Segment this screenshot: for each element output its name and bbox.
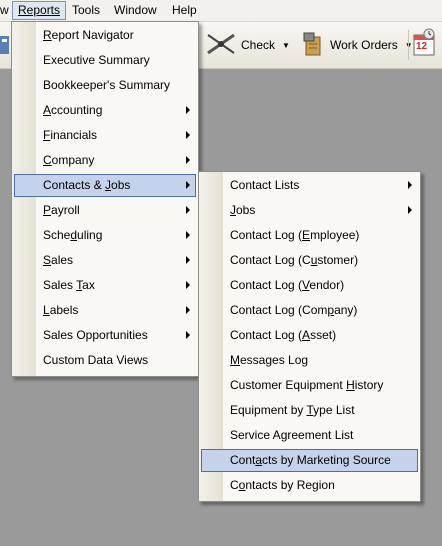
menu-item-messages-log[interactable]: Messages Log <box>201 349 418 372</box>
menu-item-label: Contact Log (Asset) <box>230 328 337 342</box>
menu-item-label: Report Navigator <box>43 28 134 42</box>
toolbar-separator <box>408 30 409 60</box>
submenu-arrow-icon <box>186 156 190 164</box>
menu-item-label: Accounting <box>43 103 103 117</box>
menu-item-labels[interactable]: Labels <box>14 299 196 322</box>
menu-view-cut[interactable]: w <box>0 3 9 18</box>
menu-item-contact-lists[interactable]: Contact Lists <box>201 174 418 197</box>
menu-item-label: Contact Log (Customer) <box>230 253 359 267</box>
submenu-arrow-icon <box>186 231 190 239</box>
menu-item-label: Jobs <box>230 203 256 217</box>
menu-item-service-agreement-list[interactable]: Service Agreement List <box>201 424 418 447</box>
menu-item-label: Company <box>43 153 95 167</box>
menu-item-contacts-by-region[interactable]: Contacts by Region <box>201 474 418 497</box>
check-button[interactable]: Check ▼ <box>205 32 290 58</box>
calendar-button[interactable]: 12 <box>413 28 437 58</box>
menu-item-label: Payroll <box>43 203 80 217</box>
toolbar-left-icon[interactable] <box>0 34 9 56</box>
submenu-arrow-icon <box>186 131 190 139</box>
menu-item-label: Scheduling <box>43 228 103 242</box>
menu-item-label: Custom Data Views <box>43 353 149 367</box>
menu-item-label: Contact Log (Employee) <box>230 228 360 242</box>
submenu-arrow-icon <box>186 306 190 314</box>
calendar-day-badge: 12 <box>416 41 428 52</box>
work-orders-button[interactable]: Work Orders ▼ <box>302 32 413 58</box>
menu-item-label: Labels <box>43 303 79 317</box>
menu-item-label: Sales Opportunities <box>43 328 148 342</box>
check-pen-icon <box>205 32 237 59</box>
work-orders-icon <box>302 31 326 60</box>
check-label: Check <box>241 38 276 52</box>
work-orders-label: Work Orders <box>330 38 398 52</box>
menu-item-label: Equipment by Type List <box>230 403 355 417</box>
reports-menu: Report Navigator Executive Summary Bookkee… <box>11 21 199 377</box>
menu-reports[interactable]: Reports <box>12 1 67 20</box>
menu-item-customer-equipment-history[interactable]: Customer Equipment History <box>201 374 418 397</box>
menu-tools[interactable]: Tools <box>72 3 100 18</box>
menu-window[interactable]: Window <box>114 3 157 18</box>
check-dropdown-icon[interactable]: ▼ <box>282 41 290 50</box>
menu-item-accounting[interactable]: Accounting <box>14 99 196 122</box>
menu-item-scheduling[interactable]: Scheduling <box>14 224 196 247</box>
contacts-jobs-submenu: Contact Lists Jobs Contact Log (Employee) C… <box>198 171 421 502</box>
menu-item-label: Bookkeeper's Summary <box>43 78 171 92</box>
menu-help[interactable]: Help <box>172 3 197 18</box>
menu-item-contact-log-company[interactable]: Contact Log (Company) <box>201 299 418 322</box>
menu-item-label: Contact Log (Company) <box>230 303 358 317</box>
menu-item-label: Contact Lists <box>230 178 300 192</box>
menu-item-sales[interactable]: Sales <box>14 249 196 272</box>
menu-item-label: Executive Summary <box>43 53 150 67</box>
submenu-arrow-icon <box>408 206 412 214</box>
menu-item-contacts-jobs[interactable]: Contacts & Jobs <box>14 174 196 197</box>
menu-item-custom-data-views[interactable]: Custom Data Views <box>14 349 196 372</box>
menu-item-contact-log-vendor[interactable]: Contact Log (Vendor) <box>201 274 418 297</box>
menu-item-executive-summary[interactable]: Executive Summary <box>14 49 196 72</box>
menu-item-contact-log-customer[interactable]: Contact Log (Customer) <box>201 249 418 272</box>
menu-item-contact-log-employee[interactable]: Contact Log (Employee) <box>201 224 418 247</box>
calendar-icon: 12 <box>413 28 437 58</box>
menu-item-contacts-by-marketing-source[interactable]: Contacts by Marketing Source <box>201 449 418 472</box>
menu-reports-label: Reports <box>18 3 61 17</box>
menu-item-label: Contact Log (Vendor) <box>230 278 345 292</box>
menu-bar: w Reports Tools Window Help <box>0 0 442 22</box>
submenu-arrow-icon <box>186 331 190 339</box>
submenu-arrow-icon <box>186 181 190 189</box>
menu-item-payroll[interactable]: Payroll <box>14 199 196 222</box>
submenu-arrow-icon <box>186 106 190 114</box>
menu-item-equipment-by-type-list[interactable]: Equipment by Type List <box>201 399 418 422</box>
menu-item-label: Contacts & Jobs <box>43 178 131 192</box>
menu-item-contact-log-asset[interactable]: Contact Log (Asset) <box>201 324 418 347</box>
menu-item-company[interactable]: Company <box>14 149 196 172</box>
menu-item-financials[interactable]: Financials <box>14 124 196 147</box>
submenu-arrow-icon <box>186 281 190 289</box>
submenu-arrow-icon <box>186 206 190 214</box>
menu-item-jobs[interactable]: Jobs <box>201 199 418 222</box>
menu-item-label: Customer Equipment History <box>230 378 384 392</box>
menu-item-label: Messages Log <box>230 353 309 367</box>
menu-item-label: Contacts by Region <box>230 478 335 492</box>
menu-item-sales-tax[interactable]: Sales Tax <box>14 274 196 297</box>
menu-item-label: Sales <box>43 253 74 267</box>
menu-item-label: Financials <box>43 128 98 142</box>
submenu-arrow-icon <box>408 181 412 189</box>
menu-item-report-navigator[interactable]: Report Navigator <box>14 24 196 47</box>
menu-item-label: Contacts by Marketing Source <box>230 453 391 467</box>
menu-item-bookkeeper-s-summary[interactable]: Bookkeeper's Summary <box>14 74 196 97</box>
menu-item-label: Service Agreement List <box>230 428 354 442</box>
menu-item-sales-opportunities[interactable]: Sales Opportunities <box>14 324 196 347</box>
submenu-arrow-icon <box>186 256 190 264</box>
menu-item-label: Sales Tax <box>43 278 95 292</box>
